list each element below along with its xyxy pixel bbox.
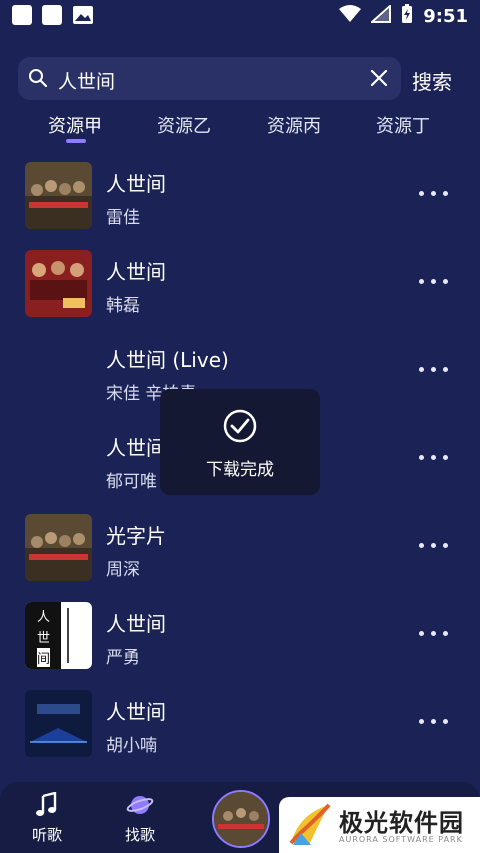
more-options-icon[interactable]	[419, 631, 451, 639]
song-title: 人世间	[106, 700, 166, 724]
more-options-icon[interactable]	[419, 719, 451, 727]
cover-text: 世	[37, 631, 51, 646]
album-cover	[25, 250, 92, 317]
song-artist: 严勇	[106, 648, 140, 668]
notification-icon	[12, 5, 32, 25]
list-item[interactable]: 人世间 雷佳	[0, 158, 480, 246]
clock: 9:51	[423, 5, 468, 27]
album-cover	[25, 162, 92, 229]
song-title: 光字片	[106, 524, 166, 548]
music-note-icon	[35, 791, 59, 822]
cover-text: 人	[37, 610, 51, 625]
battery-charging-icon	[401, 4, 413, 28]
list-item[interactable]: 人 世 间 人世间 严勇	[0, 598, 480, 686]
search-icon	[28, 68, 48, 92]
nav-label: 听歌	[31, 826, 62, 844]
album-cover	[25, 514, 92, 581]
song-artist: 周深	[106, 560, 140, 580]
toast-message: 下载完成	[206, 460, 274, 480]
search-query[interactable]: 人世间	[58, 67, 115, 94]
list-item[interactable]: 人世间 胡小喃	[0, 686, 480, 774]
song-artist: 雷佳	[106, 208, 140, 228]
download-complete-toast: 下载完成	[160, 389, 320, 495]
song-artist: 郁可唯	[106, 472, 157, 492]
search-button[interactable]: 搜索	[412, 66, 452, 95]
more-options-icon[interactable]	[419, 455, 451, 463]
more-options-icon[interactable]	[419, 279, 451, 287]
song-title: 人世间 (Live)	[106, 348, 229, 372]
status-bar: 9:51	[0, 0, 480, 32]
album-cover: 人 世 间	[25, 602, 92, 669]
tab-source-d[interactable]: 资源丁	[376, 112, 430, 138]
active-tab-indicator	[66, 139, 86, 143]
clear-icon[interactable]	[369, 68, 389, 92]
tab-source-a[interactable]: 资源甲	[48, 112, 102, 138]
more-options-icon[interactable]	[419, 191, 451, 199]
notification-icon	[42, 5, 62, 25]
list-item[interactable]: 光字片 周深	[0, 510, 480, 598]
song-artist: 韩磊	[106, 296, 140, 316]
song-title: 人世间	[106, 612, 166, 636]
planet-icon	[126, 796, 154, 822]
search-input[interactable]: 人世间	[18, 57, 401, 100]
tab-source-b[interactable]: 资源乙	[157, 112, 211, 138]
cover-text: 间	[37, 648, 51, 667]
list-item[interactable]: 人世间 韩磊	[0, 246, 480, 334]
nav-label: 找歌	[124, 826, 155, 844]
song-title: 人世间	[106, 260, 166, 284]
wifi-icon	[339, 5, 362, 27]
now-playing-disc[interactable]	[212, 790, 270, 848]
song-artist: 胡小喃	[106, 736, 157, 756]
watermark-brand: 极光软件园	[339, 809, 464, 837]
more-options-icon[interactable]	[419, 367, 451, 375]
image-icon	[72, 5, 94, 25]
nav-find[interactable]: 找歌	[110, 792, 170, 845]
tab-source-c[interactable]: 资源丙	[267, 112, 321, 138]
source-tabs: 资源甲 资源乙 资源丙 资源丁	[0, 110, 480, 150]
check-circle-icon	[223, 409, 257, 447]
song-title: 人世间	[106, 172, 166, 196]
signal-icon	[369, 3, 392, 27]
more-options-icon[interactable]	[419, 543, 451, 551]
watermark-logo: 极光软件园 AURORA SOFTWARE PARK	[279, 797, 480, 853]
nav-listen[interactable]: 听歌	[17, 791, 77, 845]
album-cover	[25, 690, 92, 757]
watermark-sub: AURORA SOFTWARE PARK	[339, 835, 463, 844]
